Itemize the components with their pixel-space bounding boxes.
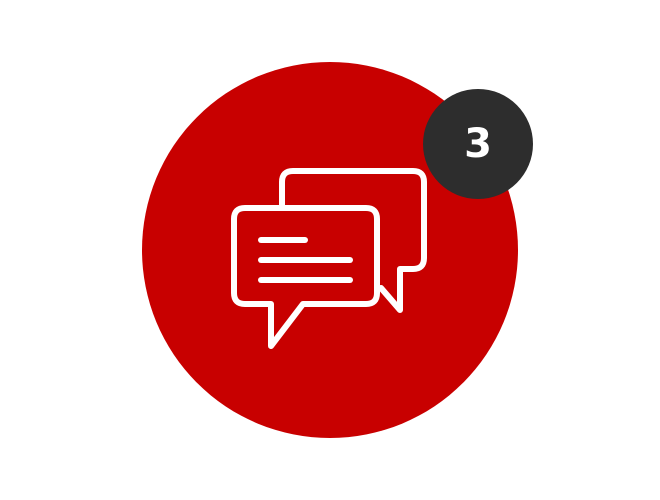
notification-widget: 3: [0, 0, 660, 500]
notification-count-badge: 3: [423, 89, 533, 199]
notification-count: 3: [464, 121, 492, 167]
